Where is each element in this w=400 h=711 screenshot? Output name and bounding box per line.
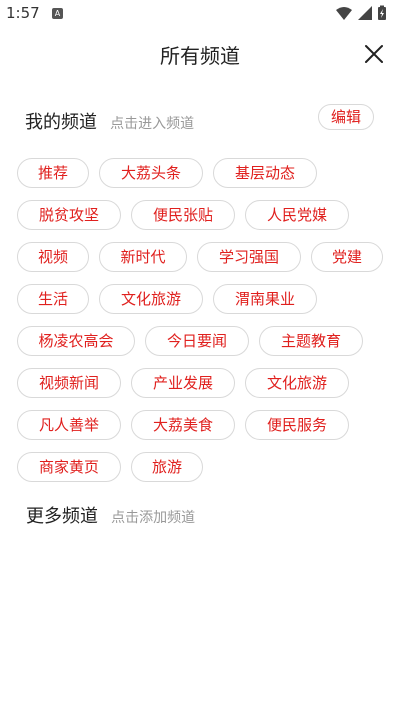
more-channels-header: 更多频道 点击添加频道 [26,502,195,532]
channel-chip-party-media[interactable]: 人民党媒 [245,200,349,230]
chip-row: 推荐 大荔头条 基层动态 [17,158,387,188]
title-bar: 所有频道 [0,28,400,78]
channel-chip-yangling-fair[interactable]: 杨凌农高会 [17,326,135,356]
chip-row: 杨凌农高会 今日要闻 主题教育 [17,326,387,356]
status-icons [334,5,394,21]
page-title: 所有频道 [160,44,240,68]
close-icon [365,45,383,63]
channel-chip-recommend[interactable]: 推荐 [17,158,89,188]
channel-chip-industry[interactable]: 产业发展 [131,368,235,398]
channel-chip-video-news[interactable]: 视频新闻 [17,368,121,398]
more-channels-hint: 点击添加频道 [111,510,196,526]
battery-charging-icon [378,5,386,20]
channel-chip-new-era[interactable]: 新时代 [99,242,187,272]
channel-chip-business-directory[interactable]: 商家黄页 [17,452,121,482]
my-channels-hint: 点击进入频道 [110,116,195,132]
chip-row: 脱贫攻坚 便民张贴 人民党媒 [17,200,387,230]
close-button[interactable] [362,42,386,66]
edit-button[interactable]: 编辑 [318,104,374,130]
status-bar: 1:57 A [0,0,400,28]
chip-row: 视频 新时代 学习强国 党建 [17,242,387,272]
channel-chip-study[interactable]: 学习强国 [197,242,301,272]
chip-row: 商家黄页 旅游 [17,452,387,482]
more-channels-title: 更多频道 [26,506,98,527]
channel-chip-tourism[interactable]: 旅游 [131,452,203,482]
my-channels-title: 我的频道 [25,112,97,133]
channel-chip-grassroots[interactable]: 基层动态 [213,158,317,188]
my-channels-grid: 推荐 大荔头条 基层动态 脱贫攻坚 便民张贴 人民党媒 视频 新时代 学习强国 … [17,158,387,494]
notification-a-icon: A [52,8,63,19]
channel-chip-public-notices[interactable]: 便民张贴 [131,200,235,230]
channel-chip-culture-tourism[interactable]: 文化旅游 [99,284,203,314]
channel-chip-culture-tourism-2[interactable]: 文化旅游 [245,368,349,398]
channel-chip-weinan-fruit[interactable]: 渭南果业 [213,284,317,314]
my-channels-header: 我的频道 点击进入频道 [25,108,194,138]
channel-chip-poverty-alleviation[interactable]: 脱贫攻坚 [17,200,121,230]
channel-chip-dali-headlines[interactable]: 大荔头条 [99,158,203,188]
channel-chip-video[interactable]: 视频 [17,242,89,272]
channel-chip-party-building[interactable]: 党建 [311,242,383,272]
channel-chip-life[interactable]: 生活 [17,284,89,314]
chip-row: 生活 文化旅游 渭南果业 [17,284,387,314]
channel-chip-public-services[interactable]: 便民服务 [245,410,349,440]
channel-chip-today-news[interactable]: 今日要闻 [145,326,249,356]
wifi-icon [336,7,352,20]
status-time: 1:57 [6,4,40,22]
chip-row: 视频新闻 产业发展 文化旅游 [17,368,387,398]
channel-chip-theme-education[interactable]: 主题教育 [259,326,363,356]
channel-chip-dali-food[interactable]: 大荔美食 [131,410,235,440]
chip-row: 凡人善举 大荔美食 便民服务 [17,410,387,440]
cellular-signal-icon [358,6,372,20]
channel-chip-good-deeds[interactable]: 凡人善举 [17,410,121,440]
